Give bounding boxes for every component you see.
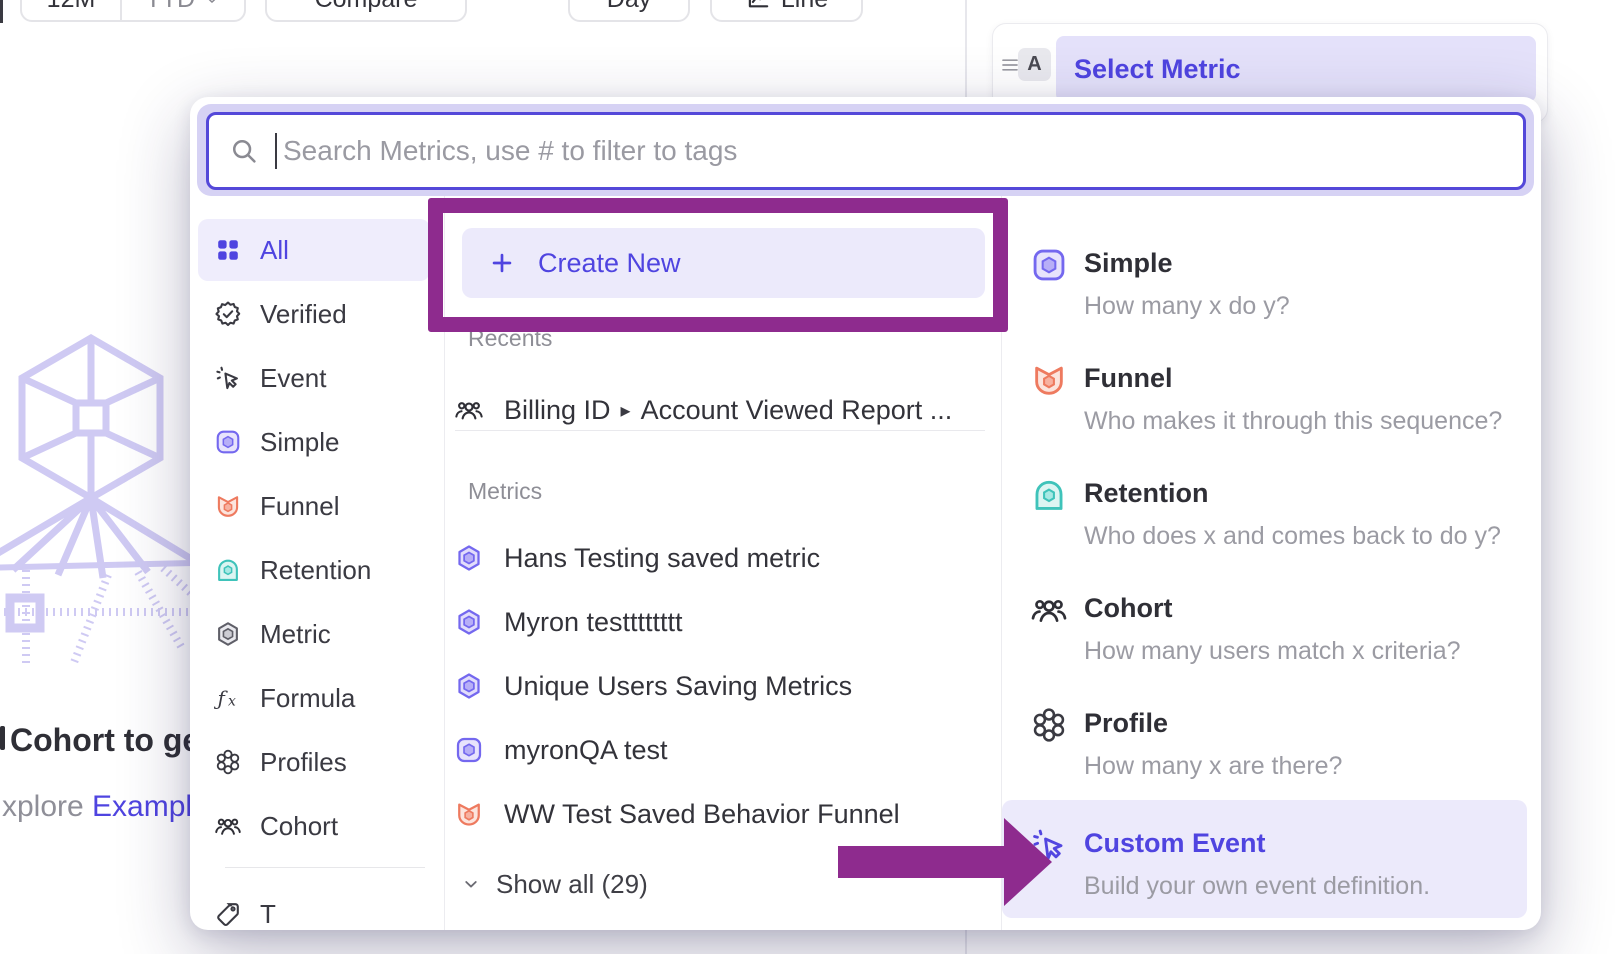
simple-icon (214, 428, 242, 456)
select-metric-button[interactable]: Select Metric (1056, 36, 1536, 102)
retention-icon (1030, 476, 1068, 514)
simple-icon (1030, 246, 1068, 284)
metric-type-cohort[interactable]: Cohort How many users match x criteria? (1008, 591, 1528, 671)
search-input[interactable] (281, 134, 1523, 168)
metric-search-bar[interactable] (206, 112, 1526, 190)
svg-text:ƒ: ƒ (214, 687, 229, 710)
series-a-badge: A (1018, 48, 1051, 81)
metric-type-retention[interactable]: Retention Who does x and comes back to d… (1008, 476, 1528, 556)
sidebar-item-cohort[interactable]: Cohort (198, 795, 430, 857)
cropped-edge-element (0, 0, 3, 23)
cohort-icon (454, 395, 484, 425)
chevron-down-icon (203, 0, 221, 9)
profiles-icon (1030, 706, 1068, 744)
metric-purple-icon (454, 607, 484, 637)
compare-button[interactable]: Compare (265, 0, 467, 22)
search-icon (229, 136, 259, 166)
range-ytd-button[interactable]: YTD (122, 0, 244, 20)
date-range-control[interactable]: 12M YTD (20, 0, 246, 22)
line-chart-type-button[interactable]: Line (710, 0, 863, 22)
line-chart-icon (745, 0, 771, 13)
funnel-icon (1030, 361, 1068, 399)
sidebar-item-funnel[interactable]: Funnel (198, 475, 430, 537)
annotation-rectangle (428, 198, 1008, 332)
annotation-arrow (830, 810, 1060, 914)
sidebar-item-retention[interactable]: Retention (198, 539, 430, 601)
grid-icon (214, 236, 242, 264)
range-12m-button[interactable]: 12M (22, 0, 120, 20)
cropped-letter-fragment (0, 726, 5, 750)
show-all-toggle[interactable]: Show all (29) (460, 857, 648, 911)
metric-list-item[interactable]: Myron testttttttt (454, 593, 994, 651)
event-icon (214, 364, 242, 392)
sidebar-item-all[interactable]: All (198, 219, 430, 281)
retention-icon (214, 556, 242, 584)
metric-list-item[interactable]: Unique Users Saving Metrics (454, 657, 994, 715)
cohort-icon (214, 812, 242, 840)
metric-list-item[interactable]: Hans Testing saved metric (454, 529, 994, 587)
tag-icon (214, 900, 242, 928)
profiles-icon (214, 748, 242, 776)
metric-type-custom-event[interactable]: Custom Event Build your own event defini… (1008, 826, 1528, 906)
sidebar-divider (225, 867, 425, 868)
formula-icon: ƒx (214, 684, 242, 712)
svg-text:x: x (228, 694, 236, 710)
sidebar-item-profiles[interactable]: Profiles (198, 731, 430, 793)
day-granularity-button[interactable]: Day (568, 0, 690, 22)
breadcrumb-arrow: ▸ (621, 398, 631, 423)
sidebar-item-verified[interactable]: Verified (198, 283, 430, 345)
sidebar-item-simple[interactable]: Simple (198, 411, 430, 473)
simple-icon (454, 735, 484, 765)
screen: 12M YTD Compare Day Line A Select Metric… (0, 0, 1616, 954)
middle-divider (455, 430, 985, 431)
metric-type-profile[interactable]: Profile How many x are there? (1008, 706, 1528, 786)
chevron-down-icon (460, 873, 482, 895)
metric-purple-icon (454, 671, 484, 701)
metric-type-funnel[interactable]: Funnel Who makes it through this sequenc… (1008, 361, 1528, 441)
metrics-section-label: Metrics (468, 478, 542, 505)
sidebar-item-formula[interactable]: ƒxFormula (198, 667, 430, 729)
sidebar-item-partial[interactable]: T (198, 883, 430, 930)
text-caret (275, 133, 277, 169)
cohort-icon (1030, 591, 1068, 629)
sidebar-item-metric[interactable]: Metric (198, 603, 430, 665)
metric-purple-icon (454, 543, 484, 573)
empty-state-wireframe-illustration (0, 320, 198, 670)
funnel-icon (214, 492, 242, 520)
metric-list-item[interactable]: myronQA test (454, 721, 994, 779)
verified-icon (214, 300, 242, 328)
metric-icon (214, 620, 242, 648)
funnel-icon (454, 799, 484, 829)
empty-state-headline: Cohort to ge (10, 722, 200, 759)
sidebar-item-event[interactable]: Event (198, 347, 430, 409)
metric-type-simple[interactable]: Simple How many x do y? (1008, 246, 1528, 326)
